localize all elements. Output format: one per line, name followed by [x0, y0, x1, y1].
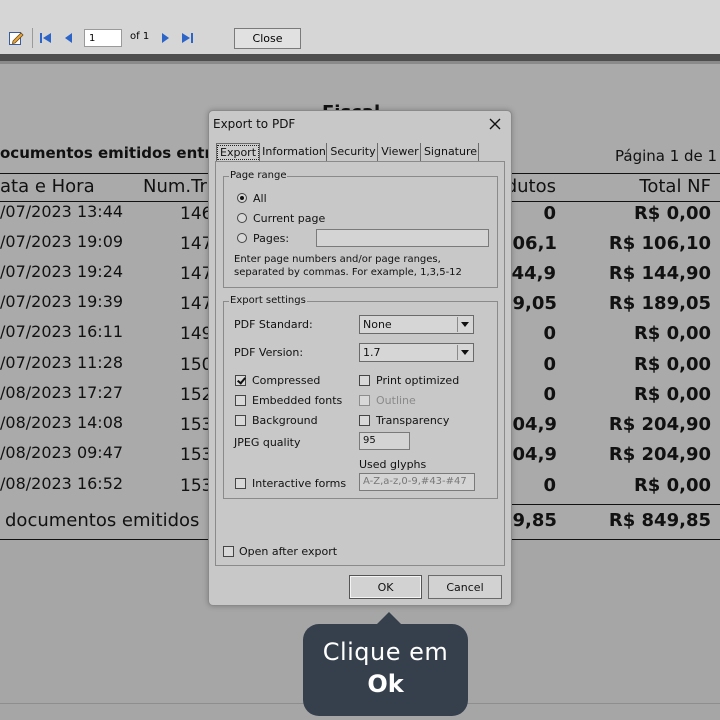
footer-total: R$ 849,85	[608, 510, 711, 531]
tab-security[interactable]: Security	[329, 143, 378, 161]
toolbar-divider	[0, 54, 720, 61]
tab-export[interactable]: Export	[216, 143, 260, 161]
table-cell-total: R$ 204,90	[608, 414, 711, 435]
page-range-hint-line2: separated by commas. For example, 1,3,5-…	[234, 267, 462, 278]
export-tab-panel: Page range All Current page Pages: Enter…	[215, 161, 505, 566]
instruction-callout: Clique em Ok	[303, 624, 468, 716]
jpeg-quality-input[interactable]: 95	[359, 432, 410, 450]
table-cell-total: R$ 204,90	[608, 444, 711, 465]
embedded-fonts-checkbox[interactable]	[235, 395, 246, 406]
footer-label: documentos emitidos	[5, 510, 200, 531]
page-number-input[interactable]	[84, 29, 122, 47]
ok-button[interactable]: OK	[349, 575, 422, 599]
table-cell-total: R$ 0,00	[633, 354, 711, 375]
radio-pages[interactable]	[237, 233, 247, 243]
table-cell-date: /07/2023 19:39	[0, 292, 124, 311]
table-cell-total: R$ 144,90	[608, 263, 711, 284]
used-glyphs-input: A-Z,a-z,0-9,#43-#47	[359, 473, 475, 491]
pages-input[interactable]	[316, 229, 489, 247]
table-cell-date: /08/2023 09:47	[0, 443, 124, 462]
table-cell-total: R$ 106,10	[608, 233, 711, 254]
first-page-icon[interactable]	[38, 30, 54, 46]
page-indicator: Página 1 de 1	[615, 147, 718, 165]
chevron-down-icon	[457, 345, 472, 360]
chevron-down-icon	[457, 317, 472, 332]
pdf-standard-select[interactable]: None	[359, 315, 474, 334]
transparency-label: Transparency	[376, 414, 450, 427]
pdf-standard-value: None	[363, 318, 392, 331]
edit-icon[interactable]	[8, 30, 24, 46]
pdf-version-value: 1.7	[363, 346, 381, 359]
radio-current-page-label: Current page	[253, 212, 326, 225]
outline-checkbox	[359, 395, 370, 406]
callout-text: Clique em	[322, 638, 449, 666]
page-range-hint-line1: Enter page numbers and/or page ranges,	[234, 254, 441, 265]
next-page-icon[interactable]	[157, 30, 173, 46]
previous-page-icon[interactable]	[61, 30, 77, 46]
table-cell-total: R$ 0,00	[633, 384, 711, 405]
radio-all-label: All	[253, 192, 267, 205]
dialog-title: Export to PDF	[213, 117, 296, 131]
report-subtitle: ocumentos emitidos entre 0	[0, 144, 238, 162]
tab-viewer[interactable]: Viewer	[380, 143, 421, 161]
footer-top-rule	[500, 504, 720, 505]
export-to-pdf-dialog: Export to PDF Export Information Securit…	[208, 110, 512, 606]
background-label: Background	[252, 414, 318, 427]
pdf-version-select[interactable]: 1.7	[359, 343, 474, 362]
table-cell-date: /08/2023 14:08	[0, 413, 124, 432]
last-page-icon[interactable]	[179, 30, 195, 46]
page-range-title: Page range	[229, 170, 288, 182]
pdf-version-label: PDF Version:	[234, 346, 304, 359]
export-settings-group: Export settings PDF Standard: None PDF V…	[223, 295, 498, 499]
tab-signature[interactable]: Signature	[423, 143, 479, 161]
export-settings-title: Export settings	[229, 295, 307, 307]
jpeg-quality-label: JPEG quality	[234, 436, 301, 449]
compressed-label: Compressed	[252, 374, 321, 387]
radio-pages-label: Pages:	[253, 232, 290, 245]
toolbar-separator	[32, 28, 33, 48]
table-cell-date: /07/2023 16:11	[0, 322, 124, 341]
table-cell-date: /08/2023 16:52	[0, 474, 124, 493]
tab-information[interactable]: Information	[262, 143, 327, 161]
column-header-num: Num.Tr	[143, 176, 207, 197]
page-count-label: of 1	[130, 31, 150, 42]
close-button[interactable]: Close	[234, 28, 301, 49]
embedded-fonts-label: Embedded fonts	[252, 394, 343, 407]
radio-current-page[interactable]	[237, 213, 247, 223]
radio-all[interactable]	[237, 193, 247, 203]
table-cell-total: R$ 0,00	[633, 323, 711, 344]
tab-export-label: Export	[217, 145, 260, 160]
cancel-button[interactable]: Cancel	[428, 575, 502, 599]
table-cell-total: R$ 0,00	[633, 475, 711, 496]
page-range-group: Page range All Current page Pages: Enter…	[223, 170, 498, 288]
table-cell-date: /07/2023 19:24	[0, 262, 124, 281]
compressed-checkbox[interactable]	[235, 375, 246, 386]
interactive-forms-checkbox[interactable]	[235, 478, 246, 489]
callout-emphasis: Ok	[367, 670, 404, 698]
print-optimized-checkbox[interactable]	[359, 375, 370, 386]
table-cell-date: /08/2023 17:27	[0, 383, 124, 402]
background-checkbox[interactable]	[235, 415, 246, 426]
transparency-checkbox[interactable]	[359, 415, 370, 426]
interactive-forms-label: Interactive forms	[252, 477, 347, 490]
viewer-toolbar: of 1 Close	[0, 0, 720, 54]
open-after-export-label: Open after export	[239, 545, 338, 558]
used-glyphs-label: Used glyphs	[359, 458, 427, 471]
table-cell-date: /07/2023 13:44	[0, 202, 124, 221]
open-after-export-checkbox[interactable]	[223, 546, 234, 557]
table-cell-date: /07/2023 19:09	[0, 232, 124, 251]
column-header-total: Total NF	[639, 176, 711, 197]
outline-label: Outline	[376, 394, 416, 407]
table-cell-total: R$ 189,05	[608, 293, 711, 314]
column-header-date: ata e Hora	[0, 176, 95, 197]
close-icon[interactable]	[485, 114, 505, 134]
pdf-standard-label: PDF Standard:	[234, 318, 313, 331]
table-cell-total: R$ 0,00	[633, 203, 711, 224]
table-cell-date: /07/2023 11:28	[0, 353, 124, 372]
print-optimized-label: Print optimized	[376, 374, 460, 387]
